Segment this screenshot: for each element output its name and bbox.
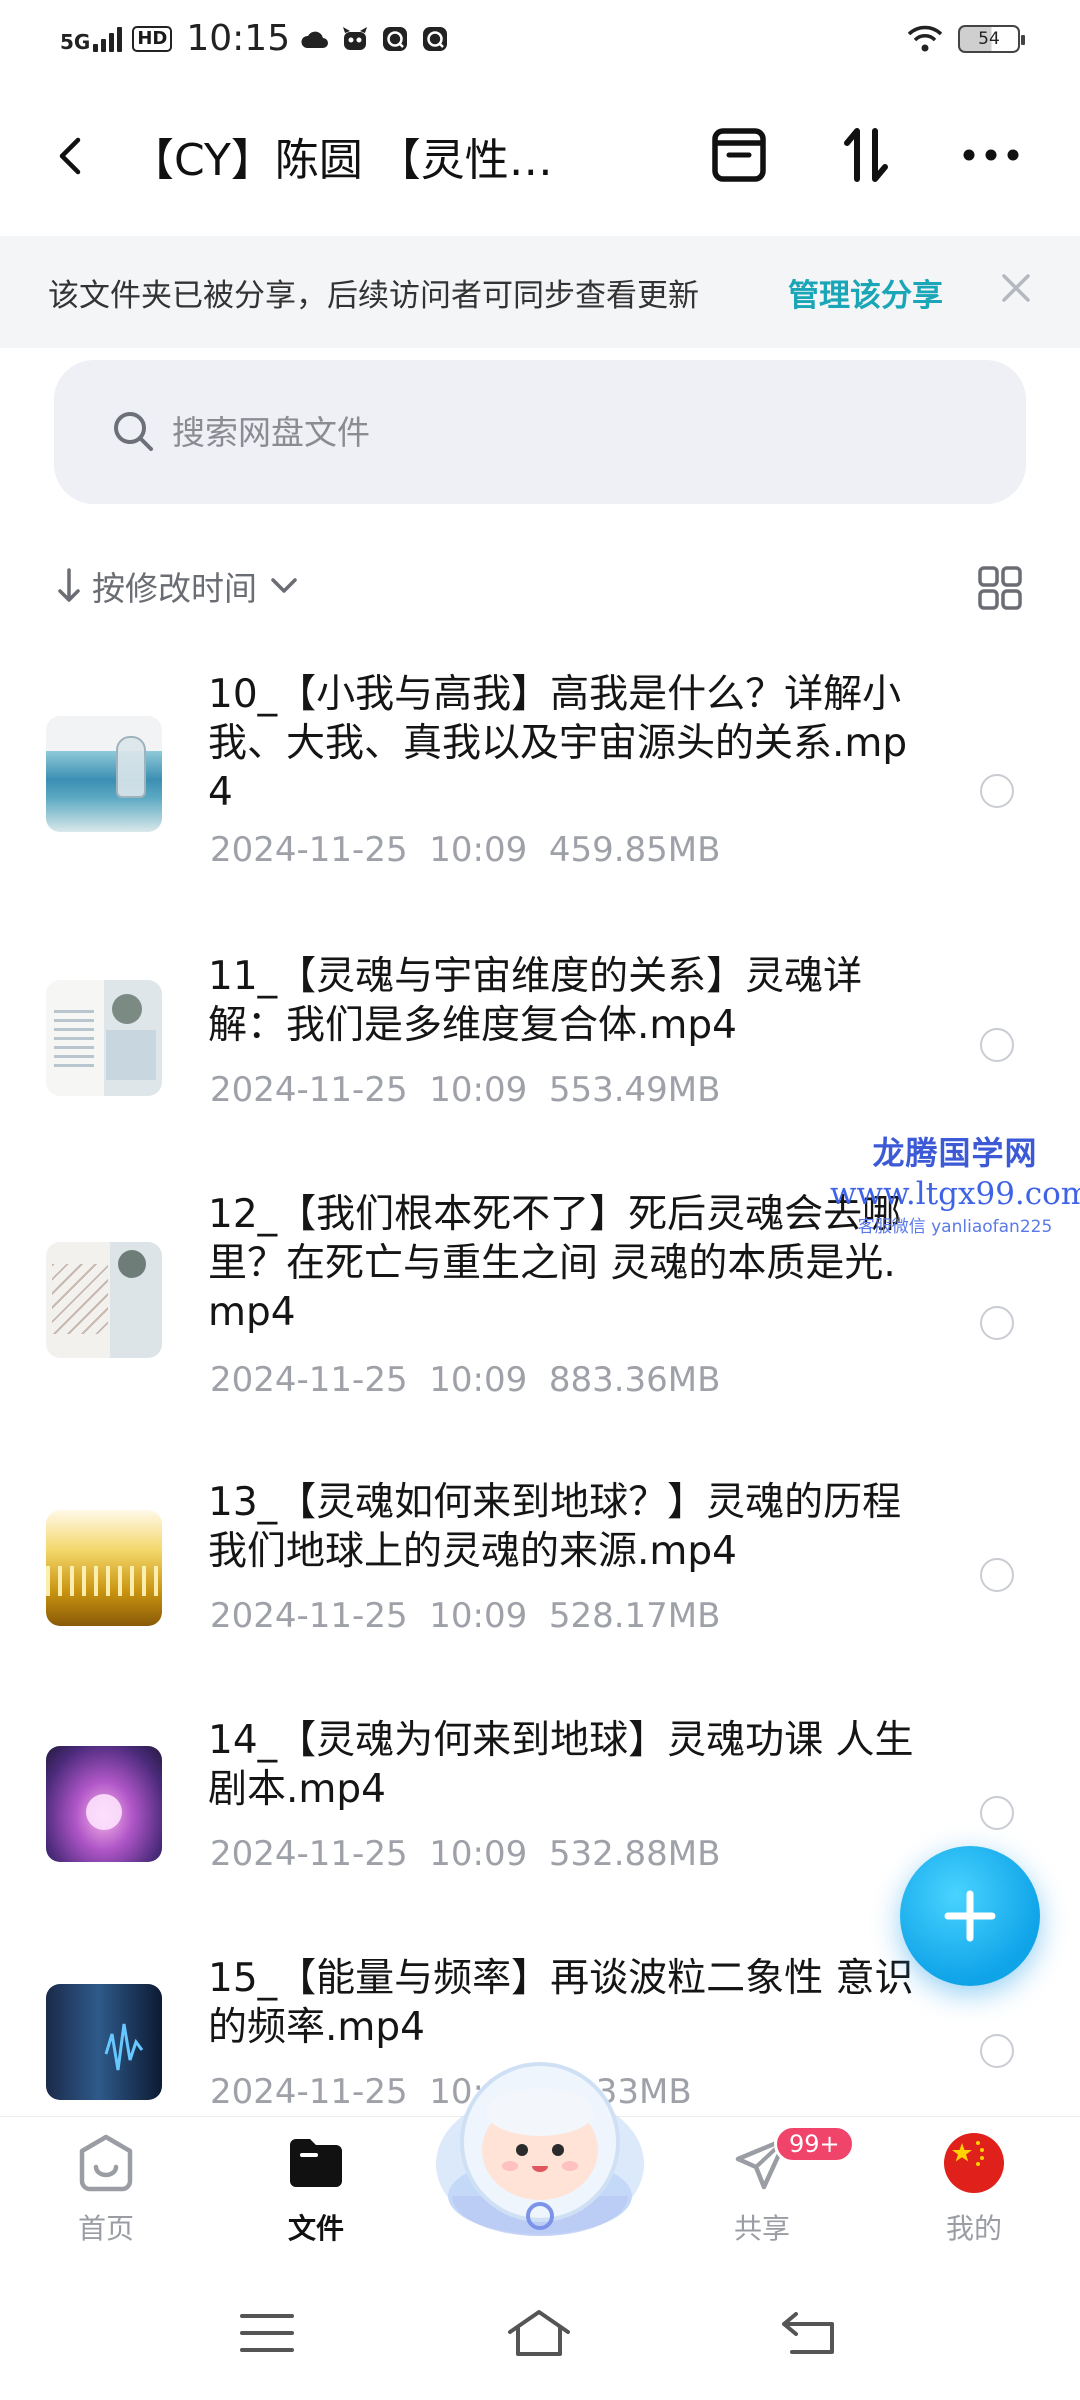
file-size: 532.88MB xyxy=(548,1834,721,1874)
chat-notification-icon xyxy=(423,26,448,51)
file-item[interactable]: 13_【灵魂如何来到地球？】灵魂的历程 我们地球上的灵魂的来源.mp4 2024… xyxy=(0,1478,1080,1678)
home-icon xyxy=(79,2134,133,2192)
close-icon[interactable] xyxy=(994,266,1038,310)
select-radio[interactable] xyxy=(980,1028,1014,1062)
network-type: 5G xyxy=(60,29,91,54)
file-name: 10_【小我与高我】高我是什么？详解小我、大我、真我以及宇宙源头的关系.mp4 xyxy=(208,672,908,815)
share-banner: 该文件夹已被分享，后续访问者可同步查看更新 管理该分享 xyxy=(0,236,1080,348)
more-dots-icon xyxy=(963,149,1019,161)
file-date: 2024-11-25 xyxy=(210,1834,408,1874)
file-size: 459.85MB xyxy=(548,830,721,870)
file-name: 12_【我们根本死不了】死后灵魂会去哪里？在死亡与重生之间 灵魂的本质是光.mp… xyxy=(208,1192,902,1335)
china-flag-avatar-icon xyxy=(944,2133,1004,2193)
nav-share[interactable]: 99+ 共享 xyxy=(682,2125,855,2247)
select-radio[interactable] xyxy=(980,1306,1014,1340)
watermark-url: www.ltgx99.com xyxy=(830,1176,1080,1212)
sort-by-modified-button[interactable]: 按修改时间 xyxy=(56,562,301,610)
video-thumbnail xyxy=(46,1984,162,2100)
battery-icon: 54 xyxy=(958,25,1025,53)
file-time: 10:09 xyxy=(429,1070,528,1110)
manage-share-link[interactable]: 管理该分享 xyxy=(788,270,943,315)
file-time: 10:09 xyxy=(429,1834,528,1874)
nav-home[interactable]: 首页 xyxy=(26,2131,186,2247)
nav-share-label: 共享 xyxy=(733,2212,790,2245)
back-arrow-icon[interactable] xyxy=(44,128,100,184)
watermark-contact: 客服微信 yanliaofan225 xyxy=(857,1217,1053,1237)
page-title: 【CY】陈圆 【灵性… xyxy=(130,135,553,186)
nav-files[interactable]: 文件 xyxy=(236,2131,396,2247)
file-time: 10:09 xyxy=(429,830,528,870)
file-item[interactable]: 11_【灵魂与宇宙维度的关系】灵魂详解：我们是多维度复合体.mp4 2024-1… xyxy=(0,952,1080,1152)
menu-icon[interactable] xyxy=(232,2306,302,2360)
folder-icon xyxy=(290,2139,342,2187)
nav-mine-label: 我的 xyxy=(945,2212,1002,2245)
ai-assistant-mascot-icon[interactable] xyxy=(430,2046,650,2246)
file-time: 10:09 xyxy=(429,1596,528,1636)
notification-badge: 99+ xyxy=(774,2125,855,2163)
search-bar[interactable] xyxy=(54,360,1026,504)
video-thumbnail xyxy=(46,1242,162,1358)
cloud-icon xyxy=(301,31,329,48)
file-meta: 2024-11-25 10:09 528.17MB xyxy=(210,1596,720,1636)
file-meta: 2024-11-25 10:09 883.36MB xyxy=(210,1360,720,1400)
wifi-icon xyxy=(907,25,943,52)
file-date: 2024-11-25 xyxy=(210,830,408,870)
nav-files-label: 文件 xyxy=(287,2212,344,2245)
file-name: 13_【灵魂如何来到地球？】灵魂的历程 我们地球上的灵魂的来源.mp4 xyxy=(208,1480,902,1574)
back-nav-icon[interactable] xyxy=(776,2306,846,2360)
grid-view-icon[interactable] xyxy=(974,562,1026,614)
hd-indicator: HD xyxy=(132,25,173,52)
signal-icon xyxy=(93,26,123,52)
video-thumbnail xyxy=(46,980,162,1096)
video-thumbnail xyxy=(46,716,162,832)
nav-mine[interactable]: 我的 xyxy=(894,2131,1054,2247)
inbox-icon xyxy=(712,128,766,182)
file-meta: 2024-11-25 10:09 532.88MB xyxy=(210,1834,720,1874)
video-thumbnail xyxy=(46,1510,162,1626)
file-date: 2024-11-25 xyxy=(210,1360,408,1400)
file-size: 528.17MB xyxy=(548,1596,721,1636)
file-size: 553.49MB xyxy=(548,1070,721,1110)
plus-icon xyxy=(944,1890,996,1942)
file-date: 2024-11-25 xyxy=(210,1596,408,1636)
transfer-box-button[interactable] xyxy=(706,122,772,188)
select-radio[interactable] xyxy=(980,1796,1014,1830)
search-icon xyxy=(114,412,153,451)
home-nav-icon[interactable] xyxy=(504,2306,574,2360)
app-header: 【CY】陈圆 【灵性… xyxy=(0,96,1080,216)
watermark: 龙腾国学网 www.ltgx99.com 客服微信 yanliaofan225 xyxy=(830,1128,1080,1237)
status-time: 10:15 xyxy=(186,18,291,59)
arrow-down-icon xyxy=(58,568,80,602)
more-button[interactable] xyxy=(958,122,1024,188)
status-bar: 5G HD 10:15 54 xyxy=(0,0,1080,84)
nav-home-label: 首页 xyxy=(77,2212,134,2245)
search-input[interactable] xyxy=(172,400,972,464)
file-size: 883.36MB xyxy=(548,1360,721,1400)
select-radio[interactable] xyxy=(980,774,1014,808)
mascot-notification-icon xyxy=(343,26,368,50)
file-date: 2024-11-25 xyxy=(210,1070,408,1110)
select-radio[interactable] xyxy=(980,2034,1014,2068)
sort-label: 按修改时间 xyxy=(92,569,257,608)
file-name: 11_【灵魂与宇宙维度的关系】灵魂详解：我们是多维度复合体.mp4 xyxy=(208,954,863,1048)
add-button[interactable] xyxy=(900,1846,1040,1986)
sort-order-button[interactable] xyxy=(832,122,898,188)
file-name: 15_【能量与频率】再谈波粒二象性 意识的频率.mp4 xyxy=(208,1956,914,2050)
file-meta: 2024-11-25 10:09 553.49MB xyxy=(210,1070,720,1110)
video-thumbnail xyxy=(46,1746,162,1862)
system-nav-bar xyxy=(0,2266,1080,2400)
battery-level: 54 xyxy=(978,29,1000,49)
file-item[interactable]: 10_【小我与高我】高我是什么？详解小我、大我、真我以及宇宙源头的关系.mp4 … xyxy=(0,670,1080,910)
watermark-name: 龙腾国学网 xyxy=(872,1134,1038,1172)
file-time: 10:09 xyxy=(429,1360,528,1400)
file-date: 2024-11-25 xyxy=(210,2072,408,2112)
share-banner-text: 该文件夹已被分享，后续访问者可同步查看更新 xyxy=(48,278,699,314)
chat-notification-icon xyxy=(383,26,408,51)
swap-vertical-icon xyxy=(844,128,888,182)
chevron-down-icon xyxy=(271,578,297,593)
file-meta: 2024-11-25 10:09 459.85MB xyxy=(210,830,720,870)
select-radio[interactable] xyxy=(980,1558,1014,1592)
file-name: 14_【灵魂为何来到地球】灵魂功课 人生剧本.mp4 xyxy=(208,1718,914,1812)
sort-bar: 按修改时间 xyxy=(0,556,1080,616)
